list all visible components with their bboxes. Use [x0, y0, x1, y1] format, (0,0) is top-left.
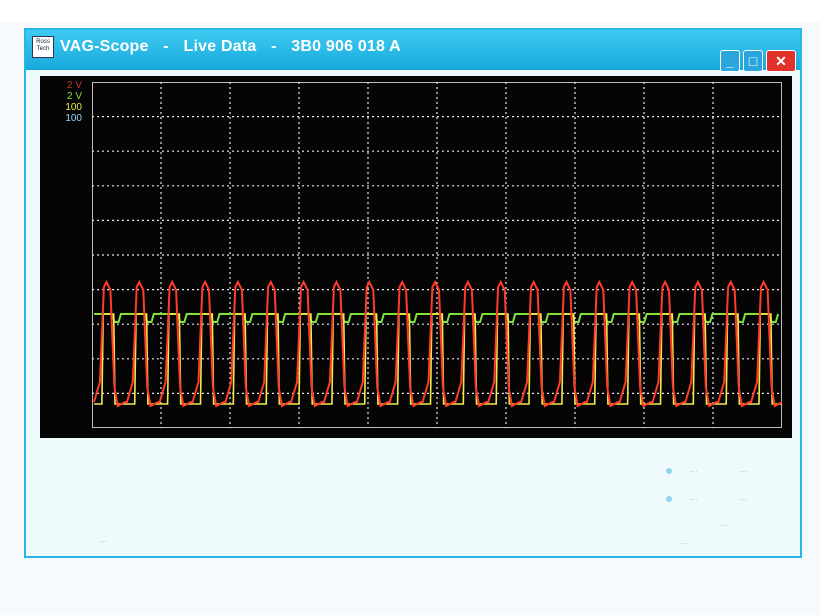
trace-green	[94, 313, 780, 323]
plot-grid	[92, 82, 782, 428]
vag-scope-window: Ross Tech VAG-Scope - Live Data - 3B0 90…	[24, 28, 802, 558]
channel-legend: 2 V 2 V 100 100	[46, 80, 82, 124]
status-row1-value: ...	[740, 464, 748, 474]
title-separator: -	[271, 38, 277, 55]
status-row2-value: ...	[740, 492, 748, 502]
status-bottom-button[interactable]: ...	[680, 536, 688, 546]
title-bar[interactable]: Ross Tech VAG-Scope - Live Data - 3B0 90…	[26, 30, 800, 72]
title-separator: -	[163, 38, 169, 55]
title-mode: Live Data	[183, 38, 257, 55]
close-button[interactable]: ✕	[766, 50, 796, 72]
legend-channel-2: 2 V	[66, 91, 82, 102]
radio-option-1[interactable]	[666, 468, 672, 474]
status-row3-label: ...	[720, 518, 728, 528]
window-title: VAG-Scope - Live Data - 3B0 906 018 A	[60, 38, 411, 56]
trace-red	[93, 279, 782, 408]
title-part-number: 3B0 906 018 A	[291, 38, 401, 55]
status-bottom-left: ...	[100, 534, 108, 544]
legend-channel-4: 100	[65, 113, 82, 124]
desktop-top-band	[0, 0, 820, 22]
minimize-button[interactable]: _	[720, 50, 740, 72]
maximize-button[interactable]: □	[743, 50, 763, 72]
app-icon: Ross Tech	[32, 36, 54, 58]
legend-channel-3: 100	[65, 102, 82, 113]
status-row1-label: ...	[690, 464, 698, 474]
radio-option-2[interactable]	[666, 496, 672, 502]
title-app-name: VAG-Scope	[60, 38, 149, 55]
legend-channel-1: 2 V	[66, 80, 82, 91]
status-row2-label: ...	[690, 492, 698, 502]
status-area: ... ... ... ... ... ... ...	[40, 442, 792, 554]
oscilloscope-panel: 2 V 2 V 100 100	[40, 76, 792, 438]
oscilloscope-plot[interactable]	[92, 82, 782, 428]
